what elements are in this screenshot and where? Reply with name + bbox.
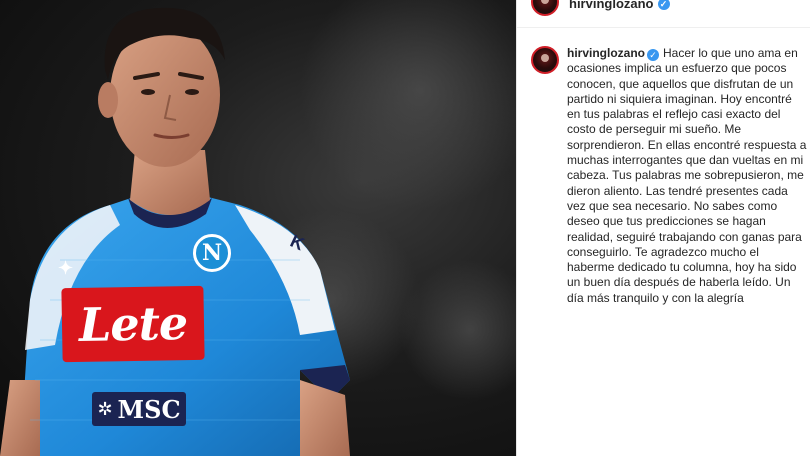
comment-username[interactable]: hirvinglozano	[567, 46, 645, 60]
sponsor-main-logo: Lete	[61, 285, 205, 363]
verified-badge-icon: ✓	[647, 49, 659, 61]
player-illustration: K	[0, 0, 516, 456]
post-header: hirvinglozano ✓	[517, 0, 810, 28]
header-username[interactable]: hirvinglozano ✓	[569, 0, 670, 11]
verified-badge-icon: ✓	[657, 0, 670, 10]
header-username-text[interactable]: hirvinglozano	[569, 0, 654, 11]
sponsor-sub-logo: ✲ MSC	[92, 392, 186, 426]
header-avatar[interactable]	[531, 0, 559, 16]
post-photo[interactable]: K ✦ N Lete ✲ MSC	[0, 0, 516, 456]
comment-text: Hacer lo que uno ama en ocasiones implic…	[567, 46, 807, 305]
club-crest: N	[193, 234, 231, 272]
kappa-logo-icon: ✦	[58, 258, 74, 278]
compass-icon: ✲	[97, 398, 113, 419]
comment-avatar[interactable]	[531, 46, 559, 74]
caption-comment: hirvinglozano ✓ Hacer lo que uno ama en oc…	[567, 46, 807, 306]
post-side-panel: hirvinglozano ✓ hirvinglozano ✓ Hacer lo q…	[516, 0, 810, 456]
